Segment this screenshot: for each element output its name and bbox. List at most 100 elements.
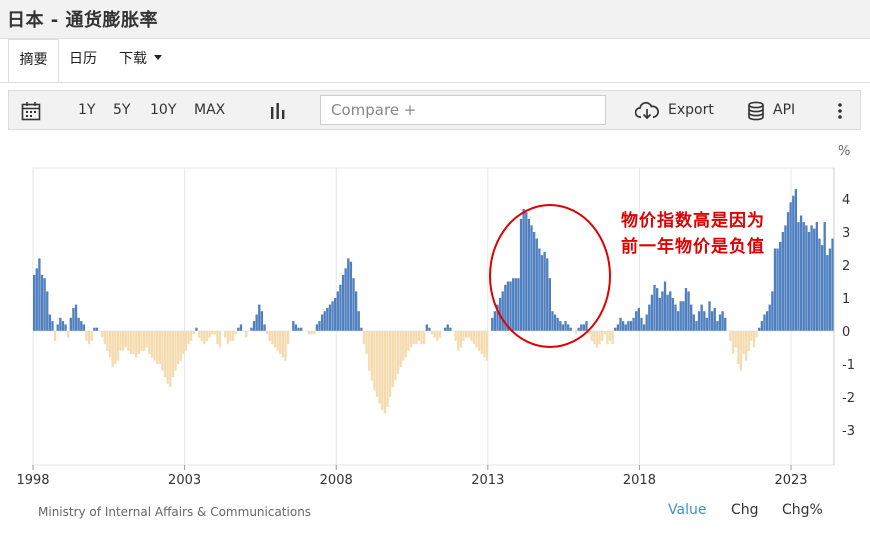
bar bbox=[187, 331, 190, 345]
bar bbox=[386, 331, 389, 407]
bar bbox=[593, 331, 596, 345]
bar bbox=[328, 304, 332, 331]
bar bbox=[391, 331, 394, 388]
bar bbox=[695, 321, 698, 331]
bar bbox=[674, 304, 677, 331]
bar bbox=[297, 327, 300, 331]
range-5y-button[interactable]: 5Y bbox=[113, 91, 130, 129]
range-max-button[interactable]: MAX bbox=[194, 91, 225, 129]
bar bbox=[226, 331, 230, 345]
bar bbox=[420, 331, 423, 345]
bar bbox=[394, 331, 397, 381]
x-tick-label: 2023 bbox=[774, 473, 807, 488]
y-tick-label: 0 bbox=[842, 325, 850, 340]
bar bbox=[407, 331, 410, 351]
bar bbox=[428, 327, 431, 331]
view-value-button[interactable]: Value bbox=[668, 502, 706, 518]
bar bbox=[122, 331, 125, 351]
bar bbox=[315, 324, 319, 331]
bar bbox=[252, 321, 256, 331]
bar bbox=[331, 301, 334, 331]
bar bbox=[90, 331, 93, 341]
y-tick-label: 4 bbox=[842, 193, 850, 208]
bar bbox=[137, 331, 141, 355]
bar bbox=[729, 331, 732, 341]
bar bbox=[95, 327, 99, 331]
bar bbox=[831, 238, 834, 331]
y-tick-label: 1 bbox=[842, 292, 850, 307]
bar bbox=[650, 294, 654, 331]
bar bbox=[87, 331, 91, 345]
bar bbox=[284, 331, 287, 361]
bar bbox=[273, 331, 277, 348]
bar bbox=[286, 331, 290, 345]
bar bbox=[271, 331, 274, 345]
database-icon[interactable] bbox=[747, 101, 765, 121]
cloud-download-icon[interactable] bbox=[635, 101, 659, 121]
bar bbox=[292, 321, 295, 331]
bar bbox=[619, 317, 622, 331]
y-tick-label: 3 bbox=[842, 226, 850, 241]
bar bbox=[310, 331, 313, 335]
bar bbox=[679, 301, 682, 331]
bar bbox=[40, 274, 44, 331]
bar bbox=[417, 331, 421, 341]
bar bbox=[46, 291, 49, 331]
bar bbox=[781, 232, 784, 331]
calendar-icon[interactable] bbox=[21, 101, 41, 121]
bar bbox=[802, 222, 805, 331]
bar bbox=[402, 331, 405, 361]
bar bbox=[611, 331, 614, 345]
bar bbox=[184, 331, 188, 351]
bar bbox=[464, 331, 468, 338]
bar bbox=[745, 331, 748, 361]
chart-area: 1998 2003 2008 2013 2018 2023 4 3 2 1 0 -1 -2 -3% bbox=[0, 138, 870, 493]
bar-chart-icon[interactable] bbox=[269, 102, 287, 120]
bar bbox=[197, 331, 201, 338]
bar bbox=[635, 311, 638, 331]
bar bbox=[150, 331, 154, 358]
bar bbox=[739, 331, 743, 371]
annotation-line-1: 物价指数高是因为 bbox=[621, 211, 765, 231]
bar bbox=[705, 317, 709, 331]
bar bbox=[389, 331, 392, 397]
tab-download[interactable]: 下载 bbox=[119, 39, 162, 82]
view-chg-pct-button[interactable]: Chg% bbox=[782, 502, 823, 518]
bar bbox=[621, 321, 625, 331]
bar bbox=[676, 311, 680, 331]
bar bbox=[323, 311, 326, 331]
bar bbox=[776, 248, 779, 331]
annotation-text: 物价指数高是因为 前一年物价是负值 bbox=[621, 208, 765, 260]
bar bbox=[661, 291, 664, 331]
bar bbox=[700, 304, 703, 331]
bar bbox=[357, 311, 360, 331]
tab-summary[interactable]: 摘要 bbox=[8, 39, 59, 82]
bar bbox=[124, 331, 127, 348]
bar bbox=[771, 291, 774, 331]
bar bbox=[176, 331, 180, 364]
bar bbox=[318, 321, 321, 331]
compare-input[interactable] bbox=[320, 95, 606, 125]
more-vertical-icon[interactable] bbox=[837, 103, 843, 119]
bar bbox=[786, 212, 790, 331]
range-1y-button[interactable]: 1Y bbox=[78, 91, 95, 129]
bar bbox=[438, 331, 442, 338]
bar bbox=[38, 258, 41, 331]
data-source: Ministry of Internal Affairs & Communica… bbox=[38, 505, 312, 519]
bar bbox=[648, 304, 651, 331]
bar bbox=[443, 327, 447, 331]
range-10y-button[interactable]: 10Y bbox=[150, 91, 176, 129]
view-chg-button[interactable]: Chg bbox=[731, 502, 759, 518]
tab-calendar[interactable]: 日历 bbox=[69, 39, 97, 82]
bar bbox=[409, 331, 413, 348]
bar bbox=[229, 331, 232, 341]
bar bbox=[595, 331, 599, 348]
bar bbox=[412, 331, 415, 345]
bar bbox=[483, 331, 486, 358]
bar bbox=[430, 331, 434, 335]
export-button[interactable]: Export bbox=[668, 91, 714, 129]
api-button[interactable]: API bbox=[773, 91, 795, 129]
bar bbox=[823, 222, 826, 331]
bar bbox=[51, 321, 54, 331]
bar bbox=[425, 324, 428, 331]
